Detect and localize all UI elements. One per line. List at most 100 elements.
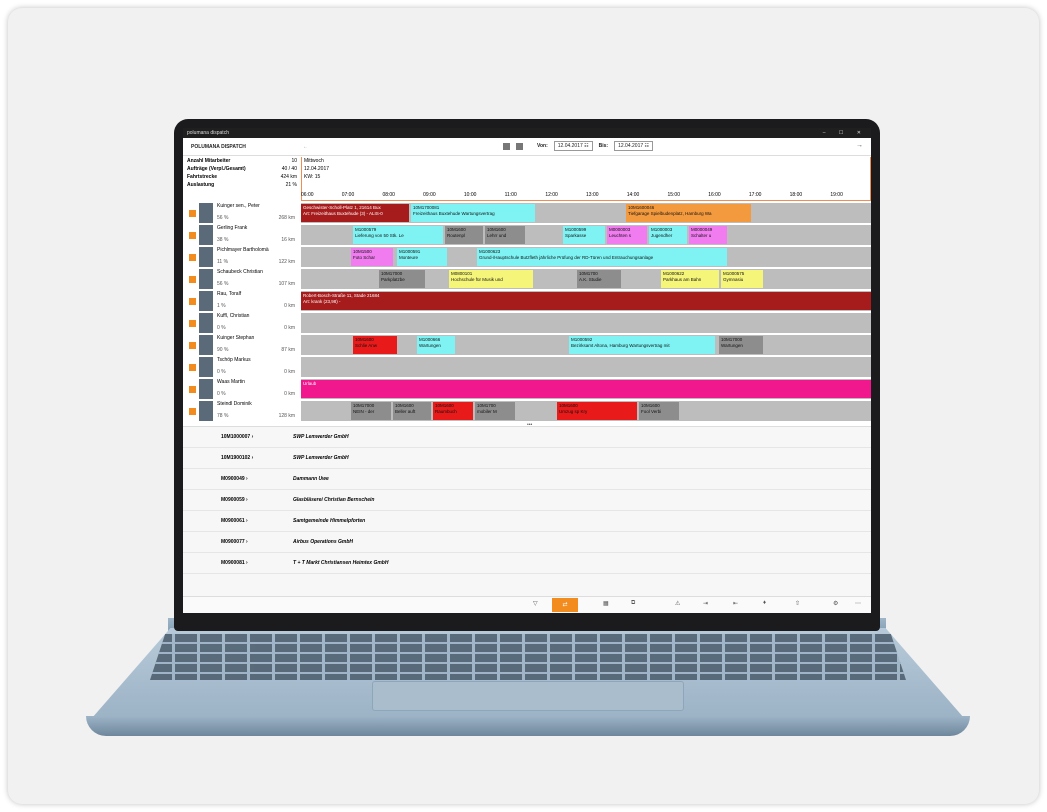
from-label: Von: bbox=[537, 143, 548, 149]
appointment[interactable]: 10M1500 Foto Schar bbox=[351, 248, 393, 266]
employee-info[interactable]: Kuffl, Christian 0 % 0 km bbox=[187, 312, 299, 334]
appointment[interactable]: M1000592 Bezirksamt Altona, Hamburg Wart… bbox=[569, 336, 715, 354]
to-date-value: 12.04.2017 bbox=[618, 143, 644, 149]
chevron-right-icon: › bbox=[251, 434, 254, 440]
employee-info[interactable]: Kuinger Stephan 90 % 87 km bbox=[187, 334, 299, 356]
employee-checkbox[interactable] bbox=[189, 342, 196, 349]
app-bar: POLUMANA DISPATCH ← Von: 12.04.2017 ☷ Bi… bbox=[183, 138, 871, 156]
employee-info[interactable]: Pichlmayer Bartholomä 11 % 122 km bbox=[187, 246, 299, 268]
employee-info[interactable]: Gerling Frank 38 % 16 km bbox=[187, 224, 299, 246]
route-icon[interactable]: ⇄ bbox=[552, 598, 578, 612]
calendar-week: KW: 15 bbox=[304, 174, 321, 180]
appointment[interactable]: M1000622 Parkhaus am Bahn bbox=[661, 270, 719, 288]
to-label: Bis: bbox=[598, 143, 609, 149]
avatar bbox=[199, 335, 213, 355]
appointment[interactable]: M0000049 Schalter u bbox=[689, 226, 727, 244]
employee-checkbox[interactable] bbox=[189, 364, 196, 371]
appointment[interactable]: M1000599 Sparkasse bbox=[563, 226, 605, 244]
appointment[interactable]: M1000623 Grund-/Hauptschule Butzfleth jä… bbox=[477, 248, 727, 266]
laptop-base bbox=[86, 716, 970, 736]
employee-row: Tschöp Markus 0 % 0 km bbox=[183, 356, 871, 378]
appointment[interactable]: 10M1600 Schlie Anw bbox=[353, 336, 397, 354]
appointment[interactable]: Geschwister-Scholl-Platz 1, 21614 Bux Ar… bbox=[301, 204, 409, 222]
employee-info[interactable]: Rau, Toralf 1 % 0 km bbox=[187, 290, 299, 312]
vacation-bar[interactable]: Urlaub bbox=[301, 380, 871, 398]
appointment[interactable]: M1000666 Wartungen bbox=[417, 336, 455, 354]
back-icon[interactable]: ⇤ bbox=[733, 600, 738, 607]
grid-view-icon[interactable] bbox=[503, 142, 510, 150]
employee-row: Kuinger sen., Peter 56 % 268 km Geschwiste… bbox=[183, 202, 871, 224]
employee-checkbox[interactable] bbox=[189, 210, 196, 217]
settings-icon[interactable]: ⚙ bbox=[833, 600, 838, 607]
employee-info[interactable]: Tschöp Markus 0 % 0 km bbox=[187, 356, 299, 378]
list-item[interactable]: M0900049 › Dammann Uwe bbox=[183, 469, 871, 490]
hour-label: 16:00 bbox=[708, 192, 721, 198]
laptop-lid: polumana dispatch – ☐ ✕ POLUMANA DISPATC… bbox=[174, 119, 880, 631]
date-toolbar: Von: 12.04.2017 ☷ Bis: 12.04.2017 ☷ bbox=[503, 141, 654, 151]
list-item[interactable]: M0900061 › Samtgemeinde Himmelpforten bbox=[183, 511, 871, 532]
list-view-icon[interactable] bbox=[516, 142, 523, 150]
employee-checkbox[interactable] bbox=[189, 298, 196, 305]
employee-info[interactable]: Waas Martin 0 % 0 km bbox=[187, 378, 299, 400]
export-icon[interactable]: ⧉ bbox=[631, 600, 635, 607]
avatar bbox=[199, 291, 213, 311]
employee-row: Steindl Dominik 78 % 128 km 10M17000 NEIN … bbox=[183, 400, 871, 422]
timeline-lane bbox=[301, 357, 871, 377]
appointment[interactable]: 10M1600 Raumbuch bbox=[433, 402, 473, 420]
appointment[interactable]: 10M17000 Parkplatzbe bbox=[379, 270, 425, 288]
forward-arrow-icon[interactable]: → bbox=[856, 142, 863, 149]
pin-icon[interactable]: ♦ bbox=[763, 600, 766, 606]
stat-row: Fahrtstrecke 424 km bbox=[187, 174, 297, 180]
list-item[interactable]: 10M1900102 › SWP Lemwerder GmbH bbox=[183, 448, 871, 469]
appointment[interactable]: 10M17000 NEIN - der bbox=[351, 402, 391, 420]
appointment[interactable]: 10M1600 Fool Verbi bbox=[639, 402, 679, 420]
employee-checkbox[interactable] bbox=[189, 408, 196, 415]
appointment[interactable]: 10M1600 Lehrr und bbox=[485, 226, 525, 244]
appointment[interactable]: M1000591 Monteure bbox=[397, 248, 447, 266]
appointment[interactable]: M0000003 Leuchten s bbox=[607, 226, 647, 244]
employee-info[interactable]: Schaubeck Christian 56 % 107 km bbox=[187, 268, 299, 290]
employee-info[interactable]: Steindl Dominik 78 % 128 km bbox=[187, 400, 299, 422]
appointment[interactable]: 10M1700 A.K. Studie bbox=[577, 270, 621, 288]
alert-icon[interactable]: ⚠ bbox=[675, 600, 680, 607]
list-item[interactable]: 10M1000007 › SWP Lemwerder GmbH bbox=[183, 427, 871, 448]
appointment[interactable]: 10M1700081 Freizeithaus Buxtehude Wartun… bbox=[411, 204, 535, 222]
calendar-icon: ☷ bbox=[644, 143, 650, 149]
list-item[interactable]: M0900077 › Airbus Operations GmbH bbox=[183, 532, 871, 553]
appointment[interactable]: 10M1600046 Tiefgarage Spielbudenplatz, H… bbox=[626, 204, 751, 222]
appointment[interactable]: 10M1700 mobiler M bbox=[475, 402, 515, 420]
employee-checkbox[interactable] bbox=[189, 232, 196, 239]
employee-checkbox[interactable] bbox=[189, 320, 196, 327]
appointment[interactable]: 10M1600 Beller auft bbox=[393, 402, 431, 420]
appointment[interactable]: 10M1600 Routenpl bbox=[445, 226, 483, 244]
employee-rows: Kuinger sen., Peter 56 % 268 km Geschwiste… bbox=[183, 202, 871, 422]
hour-label: 09:00 bbox=[423, 192, 436, 198]
forward-icon[interactable]: ⇥ bbox=[703, 600, 708, 607]
upload-icon[interactable]: ⇧ bbox=[795, 600, 800, 607]
timeline-lane: 10M17000 Parkplatzbe M0800101 Hochschule… bbox=[301, 269, 871, 289]
employee-checkbox[interactable] bbox=[189, 386, 196, 393]
list-item[interactable]: M0900081 › T + T Markt Christiansen Heimt… bbox=[183, 553, 871, 574]
grid-icon[interactable]: ▦ bbox=[603, 600, 609, 607]
to-date-input[interactable]: 12.04.2017 ☷ bbox=[614, 141, 654, 151]
list-item[interactable]: M0900059 › Glasbläserei Christian Bernsch… bbox=[183, 490, 871, 511]
appointment[interactable]: 10M1600 Umzug sp Kry bbox=[557, 402, 637, 420]
from-date-input[interactable]: 12.04.2017 ☷ bbox=[553, 141, 593, 151]
employee-info[interactable]: Kuinger sen., Peter 56 % 268 km bbox=[187, 202, 299, 224]
hour-label: 08:00 bbox=[382, 192, 395, 198]
appointment[interactable]: 10M17000 Wartungen bbox=[719, 336, 763, 354]
back-arrow-icon[interactable]: ← bbox=[303, 144, 317, 150]
absence-bar[interactable]: Robert-Bosch-Straße 11, Stade 21684 Art:… bbox=[301, 292, 871, 310]
appointment[interactable]: M1000579 Lieferung von 50 Stk. Le bbox=[353, 226, 443, 244]
timeline-lane bbox=[301, 313, 871, 333]
employee-checkbox[interactable] bbox=[189, 276, 196, 283]
hour-label: 11:00 bbox=[504, 192, 517, 198]
appointment[interactable]: M1000575 Gymnasiu bbox=[721, 270, 763, 288]
touchpad bbox=[372, 681, 684, 711]
employee-checkbox[interactable] bbox=[189, 254, 196, 261]
more-icon[interactable]: ⋯ bbox=[855, 600, 861, 607]
window-controls[interactable]: – ☐ ✕ bbox=[823, 128, 867, 138]
appointment[interactable]: M1000003 Jugendher bbox=[649, 226, 687, 244]
appointment[interactable]: M0800101 Hochschule für Musik und bbox=[449, 270, 533, 288]
filter-icon[interactable]: ▽ bbox=[533, 600, 538, 607]
